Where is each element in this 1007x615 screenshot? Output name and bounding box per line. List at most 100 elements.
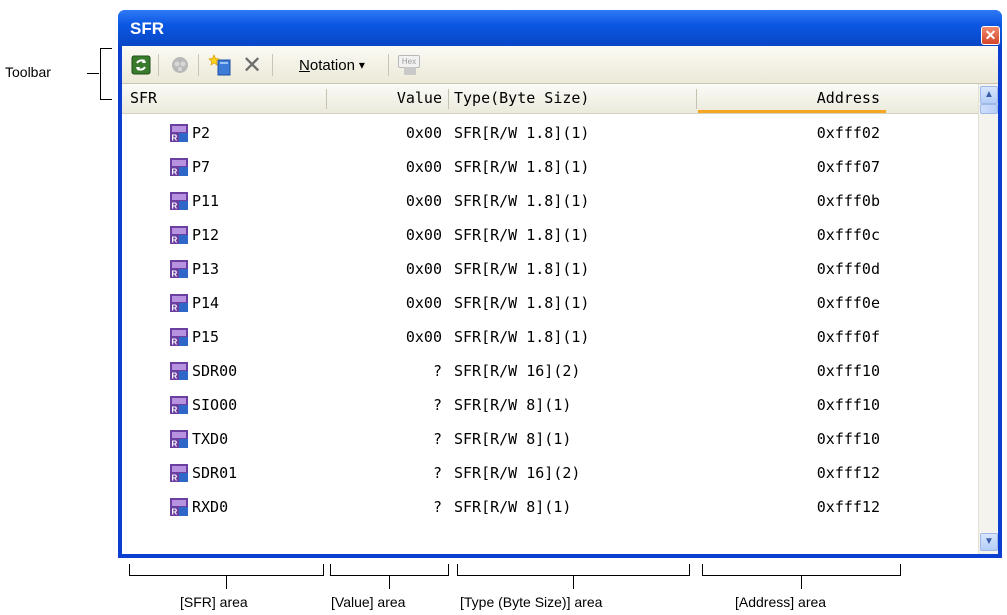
watch-icon — [172, 57, 188, 73]
sfr-name-cell: TXD0 — [192, 430, 229, 448]
sfr-register-icon: R — [170, 192, 188, 210]
table-row[interactable]: R SDR00? SFR[R/W 16](2) 0xfff10 — [122, 354, 978, 388]
type-cell: SFR[R/W 8](1) — [454, 430, 572, 448]
sfr-name-cell: RXD0 — [192, 498, 229, 516]
close-button[interactable]: ✕ — [981, 26, 1000, 45]
window-title: SFR — [130, 19, 164, 38]
value-cell[interactable]: 0x00 — [328, 150, 442, 184]
value-area-label: [Value] area — [331, 594, 406, 610]
sfr-register-icon: R — [170, 158, 188, 176]
sfr-register-icon: R — [170, 124, 188, 142]
table-row[interactable]: R RXD0? SFR[R/W 8](1) 0xfff12 — [122, 490, 978, 524]
toolbar: ✕ Notation ▾ Hex — [122, 46, 998, 84]
column-divider[interactable] — [326, 89, 327, 109]
value-cell[interactable]: 0x00 — [328, 218, 442, 252]
sfr-register-icon: R — [170, 226, 188, 244]
sfr-register-icon: R — [170, 294, 188, 312]
column-divider[interactable] — [696, 89, 697, 109]
value-cell[interactable]: 0x00 — [328, 116, 442, 150]
type-cell: SFR[R/W 1.8](1) — [454, 328, 590, 346]
sfr-panel-window: SFR ✕ ✕ Notation ▾ Hex SFR Value Type(By… — [118, 10, 1002, 558]
toolbar-annotation-label: Toolbar — [5, 64, 51, 80]
address-cell: 0xfff10 — [816, 362, 880, 380]
refresh-icon — [131, 55, 151, 75]
address-cell: 0xfff0b — [816, 192, 880, 210]
type-cell: SFR[R/W 1.8](1) — [454, 260, 590, 278]
refresh-button[interactable] — [128, 46, 154, 84]
table-row[interactable]: R P14 0x00 SFR[R/W 1.8](1) 0xfff0e — [122, 286, 978, 320]
delete-button[interactable]: ✕ — [238, 46, 266, 84]
column-header-address[interactable]: Address — [698, 84, 886, 113]
table-row[interactable]: R SIO00? SFR[R/W 8](1) 0xfff10 — [122, 388, 978, 422]
scroll-down-button[interactable]: ▼ — [980, 533, 998, 551]
toolbar-separator — [388, 54, 389, 76]
address-cell: 0xfff07 — [816, 158, 880, 176]
svg-text:R: R — [172, 304, 178, 313]
column-header-sfr[interactable]: SFR — [130, 84, 320, 113]
value-cell[interactable]: 0x00 — [328, 286, 442, 320]
value-cell[interactable]: ? — [328, 388, 442, 422]
sfr-area-label: [SFR] area — [180, 594, 248, 610]
type-cell: SFR[R/W 1.8](1) — [454, 294, 590, 312]
address-cell: 0xfff12 — [816, 464, 880, 482]
table-row[interactable]: R P11 0x00 SFR[R/W 1.8](1) 0xfff0b — [122, 184, 978, 218]
table-row[interactable]: R P12 0x00 SFR[R/W 1.8](1) 0xfff0c — [122, 218, 978, 252]
sfr-name-cell: P15 — [192, 328, 220, 346]
value-cell[interactable]: 0x00 — [328, 184, 442, 218]
sfr-grid: SFR Value Type(Byte Size) Address R P2 0x0… — [122, 84, 998, 554]
toolbar-annotation-bracket-bottom — [100, 99, 112, 100]
svg-text:R: R — [172, 440, 178, 449]
column-header-type[interactable]: Type(Byte Size) — [454, 84, 684, 113]
table-row[interactable]: R SDR01? SFR[R/W 16](2) 0xfff12 — [122, 456, 978, 490]
sfr-name-cell: P14 — [192, 294, 220, 312]
scroll-up-button[interactable]: ▲ — [980, 86, 998, 104]
toolbar-separator — [272, 54, 273, 76]
svg-text:R: R — [172, 474, 178, 483]
value-cell[interactable]: 0x00 — [328, 252, 442, 286]
column-divider[interactable] — [448, 89, 449, 109]
hex-button[interactable]: Hex — [394, 46, 424, 84]
sfr-name-cell: P7 — [192, 158, 211, 176]
value-cell[interactable]: ? — [328, 422, 442, 456]
svg-text:R: R — [172, 134, 178, 143]
type-area-label: [Type (Byte Size)] area — [460, 594, 603, 610]
type-cell: SFR[R/W 8](1) — [454, 498, 572, 516]
type-cell: SFR[R/W 1.8](1) — [454, 158, 590, 176]
sfr-register-icon: R — [170, 464, 188, 482]
address-cell: 0xfff10 — [816, 396, 880, 414]
svg-text:R: R — [172, 372, 178, 381]
type-cell: SFR[R/W 1.8](1) — [454, 226, 590, 244]
value-cell[interactable]: ? — [328, 456, 442, 490]
value-cell[interactable]: ? — [328, 490, 442, 524]
value-cell[interactable]: 0x00 — [328, 320, 442, 354]
sfr-name-cell: SDR01 — [192, 464, 238, 482]
table-row[interactable]: R P7 0x00 SFR[R/W 1.8](1) 0xfff07 — [122, 150, 978, 184]
sfr-register-icon: R — [170, 328, 188, 346]
type-cell: SFR[R/W 8](1) — [454, 396, 572, 414]
notation-dropdown[interactable]: Notation ▾ — [280, 46, 384, 84]
table-row[interactable]: R P2 0x00 SFR[R/W 1.8](1) 0xfff02 — [122, 116, 978, 150]
type-cell: SFR[R/W 16](2) — [454, 464, 581, 482]
svg-text:R: R — [172, 236, 178, 245]
table-row[interactable]: R P15 0x00 SFR[R/W 1.8](1) 0xfff0f — [122, 320, 978, 354]
sfr-name-cell: P12 — [192, 226, 220, 244]
address-cell: 0xfff02 — [816, 124, 880, 142]
vertical-scrollbar[interactable]: ▲ ▼ — [978, 84, 998, 554]
sfr-name-cell: P13 — [192, 260, 220, 278]
toolbar-annotation-leader — [87, 73, 99, 74]
new-category-button[interactable] — [206, 46, 236, 84]
register-watch-button[interactable] — [166, 46, 194, 84]
new-category-icon — [208, 54, 231, 76]
table-row[interactable]: R TXD0? SFR[R/W 8](1) 0xfff10 — [122, 422, 978, 456]
address-cell: 0xfff0c — [816, 226, 880, 244]
table-row[interactable]: R P13 0x00 SFR[R/W 1.8](1) 0xfff0d — [122, 252, 978, 286]
svg-text:R: R — [172, 202, 178, 211]
scroll-thumb[interactable] — [980, 104, 998, 114]
sfr-name-cell: P2 — [192, 124, 211, 142]
notation-label-rest: otation — [309, 56, 355, 74]
svg-text:R: R — [172, 508, 178, 517]
column-header-value[interactable]: Value — [328, 84, 442, 113]
value-cell[interactable]: ? — [328, 354, 442, 388]
toolbar-annotation-bracket-top — [100, 48, 112, 49]
sfr-name-cell: SIO00 — [192, 396, 238, 414]
